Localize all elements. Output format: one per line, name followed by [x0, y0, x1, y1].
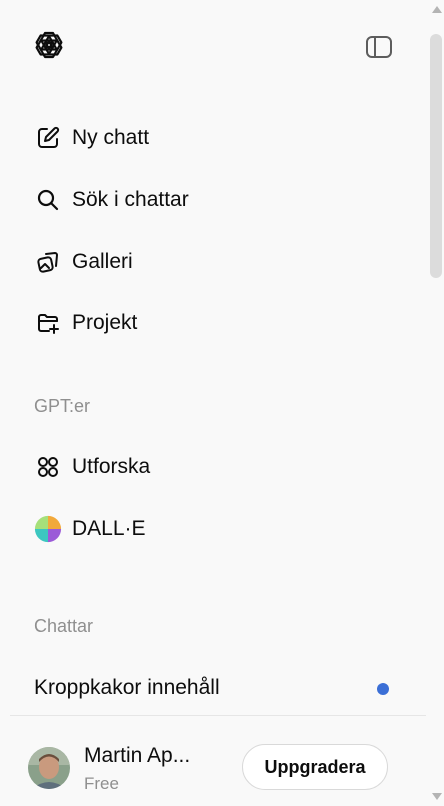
nav-item-explore-gpts[interactable]: Utforska: [22, 443, 412, 491]
section-title-chats: Chattar: [34, 616, 94, 636]
nav-item-dalle[interactable]: DALL·E: [22, 505, 412, 553]
gallery-icon: [34, 248, 62, 276]
chat-item-title: Kroppkakor innehåll: [34, 676, 220, 699]
dalle-avatar-icon: [34, 515, 62, 543]
nav-item-label: Galleri: [72, 250, 133, 273]
sidebar-footer: Martin Ap... Free Uppgradera: [0, 716, 428, 806]
nav-item-label: Sök i chattar: [72, 188, 189, 211]
nav-item-label: Utforska: [72, 455, 151, 478]
openai-logo-icon[interactable]: [32, 28, 66, 62]
upgrade-button[interactable]: Uppgradera: [242, 744, 388, 790]
search-icon: [34, 186, 62, 214]
chat-item[interactable]: Kroppkakor innehåll: [22, 664, 412, 712]
nav-item-new-chat[interactable]: Ny chatt: [22, 114, 412, 162]
user-name[interactable]: Martin Ap...: [84, 744, 190, 768]
sidebar: Ny chatt Sök i chattar Galleri Projekt G…: [0, 0, 444, 806]
scroll-down-arrow-icon[interactable]: [432, 793, 442, 800]
folder-plus-icon: [34, 309, 62, 337]
nav-item-label: Projekt: [72, 311, 138, 334]
grid-circles-icon: [34, 453, 62, 481]
unread-indicator: [377, 683, 389, 695]
sidebar-toggle-icon[interactable]: [364, 34, 394, 60]
user-plan: Free: [84, 774, 119, 793]
sidebar-header: [0, 0, 428, 90]
scrollbar[interactable]: [428, 0, 444, 806]
avatar[interactable]: [28, 747, 70, 789]
nav-item-projects[interactable]: Projekt: [22, 299, 412, 347]
nav-item-label: DALL·E: [72, 517, 146, 540]
nav-item-gallery[interactable]: Galleri: [22, 238, 412, 286]
pencil-square-icon: [34, 124, 62, 152]
nav-item-label: Ny chatt: [72, 126, 150, 149]
scroll-thumb[interactable]: [430, 34, 442, 278]
nav-item-search-chats[interactable]: Sök i chattar: [22, 176, 412, 224]
scroll-up-arrow-icon[interactable]: [432, 6, 442, 13]
section-title-gpts: GPT:er: [34, 396, 91, 416]
